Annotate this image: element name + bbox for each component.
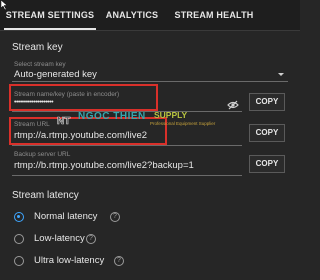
watermark-tagline: Professional Equipment Supplier	[150, 121, 216, 126]
svg-text:NT: NT	[57, 116, 70, 127]
visibility-off-icon[interactable]	[227, 100, 239, 110]
copy-stream-url-button[interactable]: COPY	[249, 124, 285, 142]
stream-url-underline	[12, 145, 242, 146]
select-underline	[12, 81, 288, 82]
stream-url-field[interactable]: rtmp://a.rtmp.youtube.com/live2	[14, 130, 147, 141]
help-icon[interactable]: ?	[110, 212, 120, 222]
watermark-name: NGOC THIEN	[78, 111, 146, 122]
dropdown-caret-icon[interactable]	[278, 73, 284, 76]
tab-analytics[interactable]: ANALYTICS	[100, 0, 164, 30]
radio-normal-latency[interactable]	[14, 212, 24, 222]
stream-key-select[interactable]: Auto-generated key	[14, 69, 97, 80]
backup-url-label: Backup server URL	[14, 151, 71, 158]
help-icon[interactable]: ?	[114, 256, 124, 266]
stream-url-label: Stream URL	[14, 121, 50, 128]
copy-stream-key-button[interactable]: COPY	[249, 93, 285, 111]
watermark-supply: SUPPLY	[154, 110, 188, 120]
low-latency-label[interactable]: Low-latency	[34, 233, 85, 244]
watermark-logo-icon: NT	[57, 116, 71, 127]
stream-latency-title: Stream latency	[12, 190, 79, 201]
copy-backup-url-button[interactable]: COPY	[249, 155, 285, 173]
radio-ultra-low-latency[interactable]	[14, 256, 24, 266]
help-icon[interactable]: ?	[86, 234, 96, 244]
stream-key-field-label: Stream name/key (paste in encoder)	[14, 91, 120, 98]
stream-key-title: Stream key	[12, 42, 63, 53]
normal-latency-label[interactable]: Normal latency	[34, 211, 97, 222]
select-stream-key-label: Select stream key	[14, 61, 66, 68]
tab-stream-health[interactable]: STREAM HEALTH	[170, 0, 258, 30]
tab-stream-settings[interactable]: STREAM SETTINGS	[4, 0, 96, 30]
stream-key-field[interactable]: ••••••••••••••••••••	[14, 99, 54, 106]
radio-low-latency[interactable]	[14, 234, 24, 244]
ultra-low-latency-label[interactable]: Ultra low-latency	[34, 255, 104, 266]
tab-bar: STREAM SETTINGS ANALYTICS STREAM HEALTH	[0, 0, 300, 31]
backup-url-underline	[12, 175, 242, 176]
backup-url-field[interactable]: rtmp://b.rtmp.youtube.com/live2?backup=1	[14, 160, 194, 171]
